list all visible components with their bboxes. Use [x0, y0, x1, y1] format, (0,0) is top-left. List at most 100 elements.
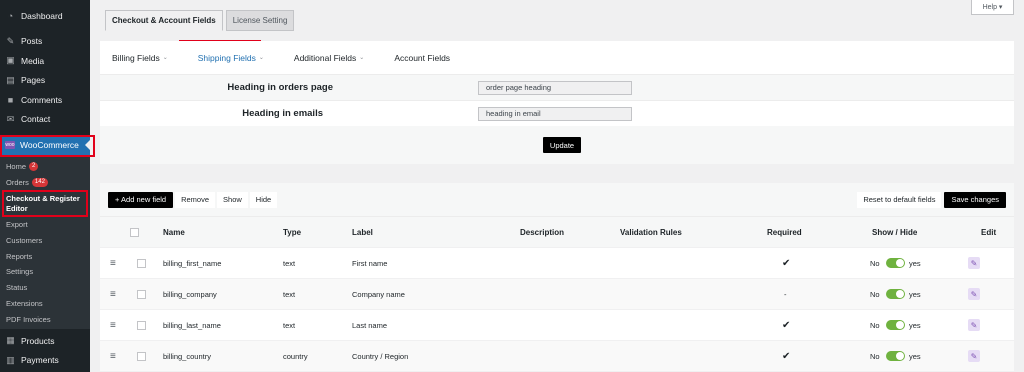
- visibility-toggle[interactable]: [886, 320, 905, 330]
- settings-panel: Billing Fields ⌄ Shipping Fields ⌄ Additio…: [100, 41, 1014, 164]
- orders-heading-input[interactable]: order page heading: [478, 80, 632, 95]
- header-type: Type: [283, 227, 302, 237]
- table-row: ≡ billing_country country Country / Regi…: [100, 340, 1014, 371]
- submenu-customers[interactable]: Customers: [0, 232, 90, 248]
- pages-icon: ▤: [6, 74, 15, 85]
- fields-toolbar: + Add new field Remove Show Hide Reset t…: [100, 183, 1014, 216]
- header-name: Name: [163, 227, 185, 237]
- submenu-label: Extensions: [6, 298, 43, 308]
- menu-label: Products: [21, 335, 55, 346]
- toggle-no-label: No: [870, 351, 880, 361]
- subtab-label: Billing Fields: [112, 52, 160, 63]
- row-checkbox[interactable]: [137, 320, 146, 330]
- subtab-account-fields[interactable]: Account Fields: [394, 53, 450, 63]
- table-row: ≡ billing_first_name text First name ✔ N…: [100, 247, 1014, 278]
- menu-label: Dashboard: [21, 10, 63, 21]
- menu-contact[interactable]: ✉ Contact: [0, 110, 90, 130]
- help-button[interactable]: Help ▾: [971, 0, 1014, 15]
- submenu-home[interactable]: Home 2: [0, 159, 90, 175]
- edit-pencil-icon[interactable]: ✎: [968, 350, 980, 362]
- admin-sidebar: ◔ Dashboard ✎ Posts ▣ Media ▤ Pages ■ Comment…: [0, 0, 90, 372]
- chevron-down-icon: ⌄: [359, 55, 365, 61]
- subtab-shipping-fields[interactable]: Shipping Fields ⌄: [198, 53, 264, 63]
- remove-button[interactable]: Remove: [175, 191, 216, 208]
- submenu-export[interactable]: Export: [0, 217, 90, 233]
- nav-tabs: Checkout & Account Fields License Settin…: [105, 10, 295, 31]
- reset-default-fields-button[interactable]: Reset to default fields: [857, 191, 942, 208]
- chevron-down-icon: ⌄: [162, 55, 168, 61]
- show-button[interactable]: Show: [217, 191, 248, 208]
- subtab-additional-fields[interactable]: Additional Fields ⌄: [294, 53, 364, 63]
- field-label: First name: [352, 258, 388, 268]
- submenu-extensions[interactable]: Extensions: [0, 296, 90, 312]
- submenu-label: Settings: [6, 267, 34, 277]
- menu-label: Pages: [21, 75, 46, 86]
- add-new-field-button[interactable]: + Add new field: [108, 191, 174, 208]
- submenu-reports[interactable]: Reports: [0, 248, 90, 264]
- menu-comments[interactable]: ■ Comments: [0, 90, 90, 110]
- header-show-hide: Show / Hide: [872, 227, 918, 237]
- header-edit: Edit: [981, 227, 997, 237]
- tab-license-setting[interactable]: License Setting: [225, 10, 295, 31]
- field-type: country: [283, 351, 308, 361]
- required-dash: -: [784, 289, 787, 299]
- field-type: text: [283, 258, 296, 268]
- visibility-toggle[interactable]: [886, 351, 905, 361]
- save-changes-button[interactable]: Save changes: [944, 191, 1006, 208]
- edit-pencil-icon[interactable]: ✎: [968, 288, 980, 300]
- update-button[interactable]: Update: [542, 137, 582, 153]
- submenu-orders[interactable]: Orders 142: [0, 175, 90, 191]
- menu-label: Media: [21, 55, 45, 66]
- field-name: billing_company: [163, 289, 217, 299]
- subtab-billing-fields[interactable]: Billing Fields ⌄: [112, 53, 168, 63]
- field-label: Country / Region: [352, 351, 409, 361]
- hide-button[interactable]: Hide: [249, 191, 278, 208]
- menu-payments[interactable]: ▥ Payments: [0, 351, 90, 371]
- visibility-toggle[interactable]: [886, 258, 905, 268]
- editor-highlight: [2, 190, 88, 217]
- chevron-down-icon: ⌄: [258, 55, 264, 61]
- drag-handle-icon[interactable]: ≡: [110, 289, 116, 300]
- select-all-checkbox[interactable]: [130, 227, 139, 237]
- submenu-label: Reports: [6, 251, 33, 261]
- submenu-label: Home: [6, 162, 27, 172]
- drag-handle-icon[interactable]: ≡: [110, 258, 116, 269]
- emails-heading-input[interactable]: heading in email: [478, 106, 632, 121]
- table-row: ≡ billing_last_name text Last name ✔ No …: [100, 309, 1014, 340]
- row-checkbox[interactable]: [137, 258, 146, 268]
- menu-dashboard[interactable]: ◔ Dashboard: [0, 6, 90, 26]
- submenu-label: Export: [6, 219, 28, 229]
- products-icon: ▦: [6, 335, 15, 346]
- menu-label: Comments: [21, 94, 63, 105]
- main-content: Help ▾ Checkout & Account Fields License…: [90, 0, 1024, 372]
- subtab-label: Shipping Fields: [197, 52, 256, 63]
- required-check-icon: ✔: [782, 257, 791, 269]
- menu-media[interactable]: ▣ Media: [0, 51, 90, 71]
- row-checkbox[interactable]: [137, 351, 146, 361]
- menu-pages[interactable]: ▤ Pages: [0, 71, 90, 91]
- drag-handle-icon[interactable]: ≡: [110, 351, 116, 362]
- edit-pencil-icon[interactable]: ✎: [968, 319, 980, 331]
- menu-label: Payments: [21, 355, 59, 366]
- field-name: billing_last_name: [163, 320, 221, 330]
- table-row: ≡ billing_company text Company name - No…: [100, 278, 1014, 309]
- menu-label: Contact: [21, 114, 51, 125]
- dashboard-icon: ◔: [7, 10, 14, 21]
- visibility-toggle[interactable]: [886, 289, 905, 299]
- header-required: Required: [767, 227, 802, 237]
- tab-checkout-account-fields[interactable]: Checkout & Account Fields: [105, 10, 223, 31]
- pin-icon: ✎: [6, 35, 15, 46]
- submenu-status[interactable]: Status: [0, 280, 90, 296]
- menu-products[interactable]: ▦ Products: [0, 331, 90, 351]
- emails-heading-row: Heading in emails heading in email: [100, 100, 1014, 126]
- row-checkbox[interactable]: [137, 289, 146, 299]
- edit-pencil-icon[interactable]: ✎: [968, 257, 980, 269]
- submenu-pdf-invoices[interactable]: PDF Invoices: [0, 311, 90, 327]
- orders-heading-row: Heading in orders page order page headin…: [100, 74, 1014, 100]
- field-label: Last name: [352, 320, 388, 330]
- drag-handle-icon[interactable]: ≡: [110, 320, 116, 331]
- orders-heading-label: Heading in orders page: [227, 82, 333, 93]
- toggle-yes-label: yes: [909, 289, 921, 299]
- submenu-settings[interactable]: Settings: [0, 264, 90, 280]
- menu-posts[interactable]: ✎ Posts: [0, 32, 90, 52]
